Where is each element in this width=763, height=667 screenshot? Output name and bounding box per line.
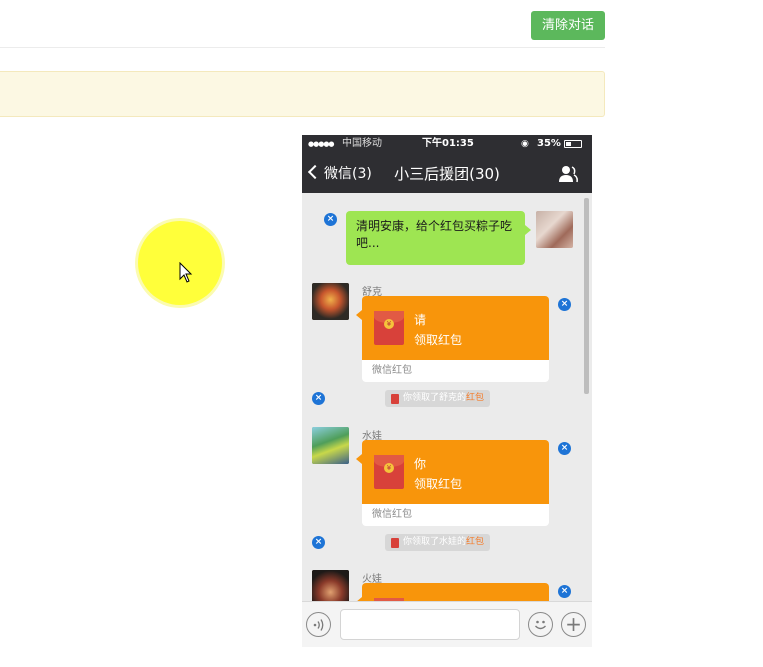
system-notice: 你领取了水娃的红包 bbox=[385, 534, 491, 551]
chat-scrollbar[interactable] bbox=[584, 198, 589, 394]
red-packet-footer: 微信红包 bbox=[362, 360, 549, 382]
red-envelope-icon bbox=[374, 455, 404, 489]
red-packet-action: 领取红包 bbox=[414, 477, 463, 491]
red-packet-message[interactable] bbox=[356, 583, 549, 601]
battery-percent: 35% bbox=[537, 138, 561, 149]
red-packet-card: 你 领取红包 bbox=[356, 440, 549, 504]
red-envelope-icon bbox=[391, 538, 399, 548]
self-message-bubble: 清明安康，给个红包买粽子吃吧... bbox=[346, 211, 531, 265]
red-packet-message[interactable]: 请 领取红包 微信红包 bbox=[356, 296, 549, 382]
system-notice: 你领取了舒克的红包 bbox=[385, 390, 491, 407]
delete-message-button[interactable]: × bbox=[558, 298, 571, 311]
header-divider bbox=[0, 47, 605, 48]
chat-input-bar: + bbox=[302, 601, 592, 647]
system-notice-text: 你领取了水娃的 bbox=[403, 537, 467, 547]
emoji-icon[interactable] bbox=[528, 612, 553, 637]
carrier-label: 中国移动 bbox=[342, 138, 382, 149]
system-notice-text: 你领取了舒克的 bbox=[403, 393, 467, 403]
red-packet-action: 领取红包 bbox=[414, 333, 463, 347]
chat-area: × 清明安康，给个红包买粽子吃吧... 舒克 请 领取红包 微信红包 × bbox=[302, 193, 592, 601]
sound-wave-icon bbox=[313, 619, 323, 631]
delete-message-button[interactable]: × bbox=[312, 536, 325, 549]
chat-nav-bar: 微信(3) 小三后援团(30) bbox=[302, 153, 592, 193]
page: 清除对话 ●●●●● 中国移动 下午01:35 ◉ 35% 微信(3) 小三后援… bbox=[0, 0, 763, 667]
mouse-cursor-icon bbox=[179, 262, 193, 283]
clear-conversation-button[interactable]: 清除对话 bbox=[531, 11, 605, 40]
smiley-icon bbox=[535, 620, 546, 630]
red-envelope-icon bbox=[374, 311, 404, 345]
system-notice-highlight: 红包 bbox=[466, 393, 485, 403]
red-packet-message[interactable]: 你 领取红包 微信红包 bbox=[356, 440, 549, 526]
phone-preview: ●●●●● 中国移动 下午01:35 ◉ 35% 微信(3) 小三后援团(30)… bbox=[302, 135, 592, 647]
delete-message-button[interactable]: × bbox=[558, 585, 571, 598]
red-packet-card bbox=[356, 583, 549, 601]
avatar bbox=[312, 283, 349, 320]
chat-title: 小三后援团(30) bbox=[394, 165, 500, 183]
voice-input-icon[interactable] bbox=[306, 612, 331, 637]
group-members-icon[interactable] bbox=[558, 165, 578, 183]
delete-message-button[interactable]: × bbox=[558, 442, 571, 455]
red-packet-card: 请 领取红包 bbox=[356, 296, 549, 360]
delete-message-button[interactable]: × bbox=[312, 392, 325, 405]
self-message-text: 清明安康，给个红包买粽子吃吧... bbox=[356, 219, 513, 250]
plus-icon[interactable]: + bbox=[561, 612, 586, 637]
red-packet-footer: 微信红包 bbox=[362, 504, 549, 526]
avatar bbox=[536, 211, 573, 248]
status-bar: ●●●●● 中国移动 下午01:35 ◉ 35% bbox=[302, 135, 592, 153]
system-notice-highlight: 红包 bbox=[466, 537, 485, 547]
red-envelope-icon bbox=[391, 394, 399, 404]
avatar bbox=[312, 427, 349, 464]
red-packet-text: 请 bbox=[414, 313, 427, 327]
delete-message-button[interactable]: × bbox=[324, 213, 337, 226]
notice-banner bbox=[0, 71, 605, 117]
avatar bbox=[312, 570, 349, 601]
battery-icon bbox=[564, 140, 582, 148]
signal-icon: ●●●●● bbox=[308, 140, 335, 148]
status-time: 下午01:35 bbox=[422, 138, 474, 149]
red-packet-text: 你 bbox=[414, 457, 427, 471]
message-input[interactable] bbox=[340, 609, 520, 640]
rotation-lock-icon: ◉ bbox=[521, 139, 529, 149]
